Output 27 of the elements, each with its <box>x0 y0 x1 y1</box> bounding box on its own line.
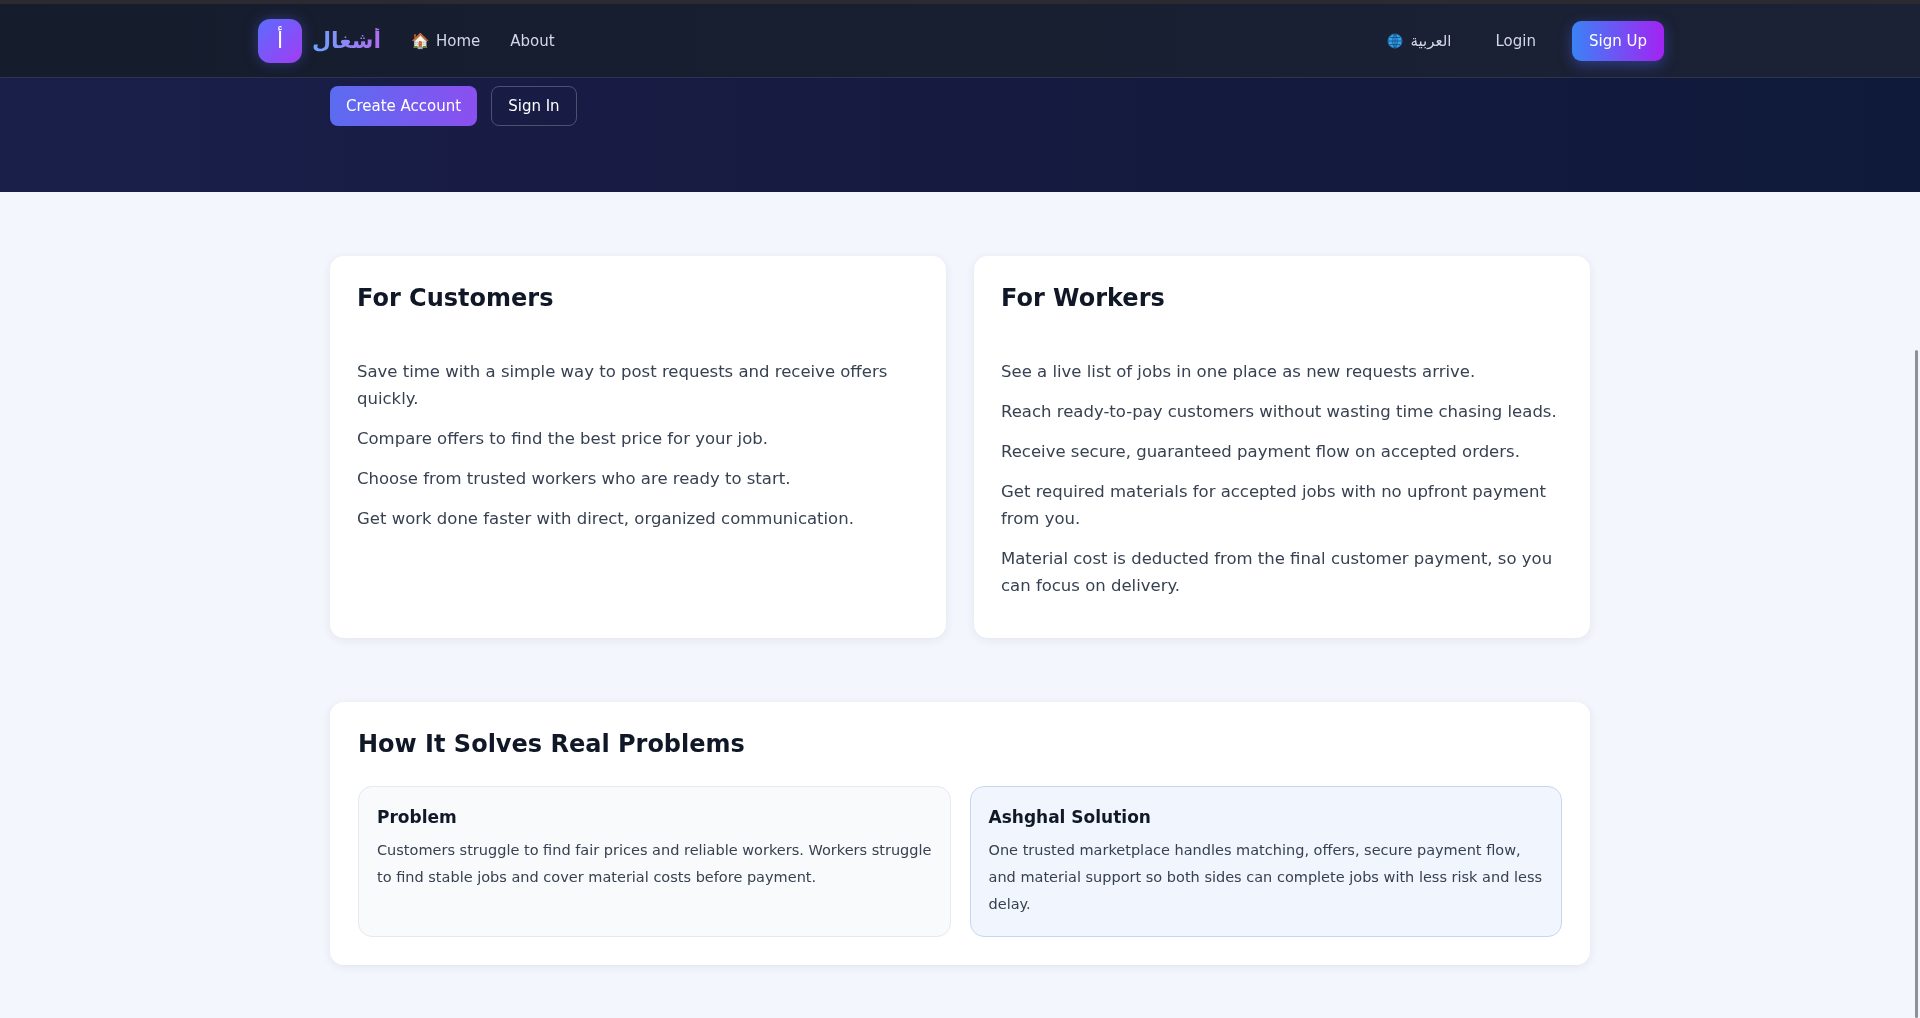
sign-in-button[interactable]: Sign In <box>491 86 577 126</box>
benefit-text: Choose from trusted workers who are ready to start. <box>357 468 792 490</box>
benefit-text: Save time with a simple way to post requests and receive offers quickly. <box>357 361 889 410</box>
language-button[interactable]: العربية <box>1386 31 1452 50</box>
benefit-text: See a live list of jobs in one place as new requests arrive. <box>1001 361 1477 383</box>
panel-title: Ashghal Solution <box>988 807 1152 827</box>
globe-icon <box>1386 32 1403 49</box>
benefit-text: Compare offers to find the best price for your job. <box>357 428 769 450</box>
benefit-text: Get required materials for accepted jobs with no upfront payment from you. <box>1001 481 1547 530</box>
nav-link[interactable]: 🏠 Home <box>410 31 481 50</box>
sign-up-button[interactable]: Sign Up <box>1572 20 1664 61</box>
benefit-text: Material cost is deducted from the final customer payment, so you can focus on delivery. <box>1001 548 1554 597</box>
nav-link[interactable]: About <box>510 31 555 50</box>
panel-text: One trusted marketplace handles matching, offers, secure payment flow, and material support so both sides can complete jobs with less risk and less delay. <box>988 841 1543 914</box>
create-account-button[interactable]: Create Account <box>330 86 478 126</box>
card-title: For Customers <box>357 284 555 312</box>
brand-name[interactable]: أشغال <box>312 28 381 53</box>
benefit-text: Receive secure, guaranteed payment flow on accepted orders. <box>1001 441 1521 463</box>
section-title: How It Solves Real Problems <box>358 730 746 758</box>
panel-title: Problem <box>377 807 458 827</box>
benefit-text: Get work done faster with direct, organized communication. <box>357 508 855 530</box>
card-title: For Workers <box>1001 284 1166 312</box>
benefit-text: Reach ready-to-pay customers without wasting time chasing leads. <box>1001 401 1558 423</box>
login-link[interactable]: Login <box>1495 31 1536 50</box>
panel-text: Customers struggle to find fair prices and reliable workers. Workers struggle to find stable jobs and cover material costs before payment. <box>377 841 932 887</box>
scrollbar-thumb[interactable] <box>1915 350 1918 1018</box>
logo-icon[interactable]: أ <box>258 18 302 63</box>
